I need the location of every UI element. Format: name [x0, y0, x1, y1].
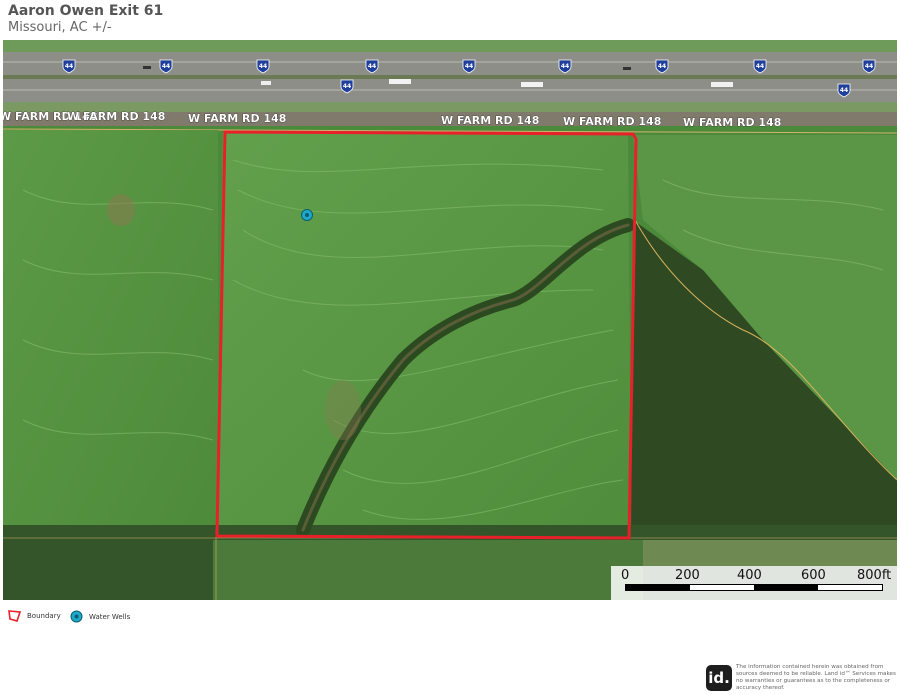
land-id-logo: id. [706, 665, 732, 691]
bare-patch [325, 380, 361, 440]
svg-text:44: 44 [465, 63, 473, 70]
map-title: Aaron Owen Exit 61 [8, 3, 164, 19]
svg-text:44: 44 [756, 63, 764, 70]
scale-bar: 0 200 400 600 800ft [611, 566, 897, 600]
field-west [3, 130, 218, 540]
road-label: W FARM RD 148 [683, 116, 781, 129]
legend-label-water-wells: Water Wells [89, 612, 131, 621]
vehicle [143, 66, 151, 69]
svg-text:44: 44 [162, 63, 170, 70]
svg-text:44: 44 [658, 63, 666, 70]
map-imagery: 44 44 44 44 44 44 44 44 44 44 44 W FARM … [3, 40, 897, 600]
svg-text:44: 44 [840, 87, 848, 94]
scale-bar-labels: 0 200 400 600 800ft [611, 568, 897, 583]
scale-label: 600 [801, 568, 826, 583]
scale-label: 200 [675, 568, 700, 583]
satellite-map[interactable]: 44 44 44 44 44 44 44 44 44 44 44 W FARM … [3, 40, 897, 600]
road-label: W FARM RD 148 [563, 115, 661, 128]
svg-text:44: 44 [65, 63, 73, 70]
svg-text:44: 44 [368, 63, 376, 70]
bare-patch [107, 194, 135, 226]
vehicle [521, 82, 543, 87]
svg-text:44: 44 [343, 83, 351, 90]
scale-label: 400 [737, 568, 762, 583]
legend-label-boundary: Boundary [27, 612, 61, 620]
interstate-median [3, 75, 897, 79]
vehicle [261, 81, 271, 85]
vehicle [711, 82, 733, 87]
grass-strip-north [3, 40, 897, 52]
water-well-icon [70, 610, 83, 623]
map-subtitle: Missouri, AC +/- [8, 20, 112, 35]
road-label: W FARM RD 148 [188, 112, 286, 125]
boundary-icon [8, 610, 21, 622]
scale-label: 0 [621, 568, 630, 583]
vehicle [623, 67, 631, 70]
road-label: W FARM RD 148 [441, 114, 539, 127]
scale-label: 800ft [857, 568, 892, 583]
vehicle [389, 79, 411, 84]
scale-bar-graphic [625, 584, 883, 591]
legend-item-water-wells: Water Wells [70, 610, 130, 623]
disclaimer-text: The information contained herein was obt… [736, 664, 896, 691]
legend-item-boundary: Boundary [8, 610, 61, 622]
road-label: W FARM RD 148 [67, 110, 165, 123]
svg-text:44: 44 [259, 63, 267, 70]
svg-text:44: 44 [865, 63, 873, 70]
svg-text:44: 44 [561, 63, 569, 70]
